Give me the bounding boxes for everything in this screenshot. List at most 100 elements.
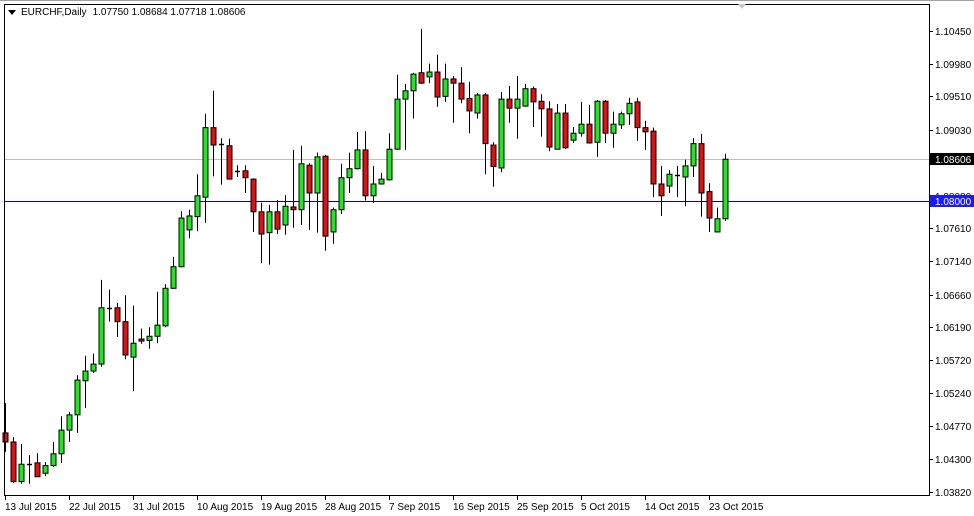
candle-body-bear <box>10 441 17 483</box>
candle-body-bear <box>562 112 569 149</box>
candle-body-bull <box>666 173 673 187</box>
candle-body-bull <box>58 429 65 455</box>
candle-body-bull <box>402 90 409 100</box>
symbol-timeframe: EURCHF,Daily <box>21 7 87 18</box>
candle-body-bear <box>466 97 473 112</box>
candle-body-bull <box>338 177 345 211</box>
candle-body-bear <box>418 72 425 84</box>
x-tick-label: 19 Aug 2015 <box>261 502 318 513</box>
candle-body-bull <box>178 217 185 268</box>
candle <box>546 101 553 152</box>
candle-body-bear <box>138 338 145 342</box>
candle-body-bear <box>434 71 441 98</box>
y-tick-label: 1.10450 <box>935 27 972 38</box>
y-tick-label: 1.04770 <box>935 422 972 433</box>
y-tick-label: 1.07140 <box>935 257 972 268</box>
y-tick-label: 1.09980 <box>935 60 972 71</box>
candle-body-bear <box>362 149 369 197</box>
y-tick-label: 1.04300 <box>935 455 972 466</box>
candle-body-bull <box>18 463 25 483</box>
ohlc-values: 1.07750 1.08684 1.07718 1.08606 <box>92 7 246 18</box>
candle-body-bull <box>162 287 169 327</box>
candle-body-bear <box>546 108 553 148</box>
candle-body-bear <box>226 145 233 180</box>
candle-body-bull <box>554 112 561 150</box>
candle <box>322 154 329 251</box>
candle-body-bull <box>410 73 417 92</box>
candle-body-bear <box>306 164 313 194</box>
current-price-label: 1.08606 <box>935 155 972 166</box>
level-price-label: 1.08000 <box>935 197 972 208</box>
x-tick-label: 5 Oct 2015 <box>581 502 630 513</box>
y-tick-label: 1.03820 <box>935 488 972 499</box>
candle <box>498 92 505 173</box>
candle-body-bear <box>650 130 657 185</box>
candle-body-bull <box>610 123 617 134</box>
candle <box>722 153 729 221</box>
candle <box>162 284 169 328</box>
x-tick-label: 16 Sep 2015 <box>453 502 510 513</box>
chart-header: EURCHF,Daily 1.07750 1.08684 1.07718 1.0… <box>8 7 246 18</box>
x-tick-label: 13 Jul 2015 <box>5 502 57 513</box>
candle-body-bear <box>698 143 705 194</box>
y-tick-label: 1.06660 <box>935 291 972 302</box>
candle-body-bull <box>578 123 585 134</box>
candle-body-bull <box>90 363 97 372</box>
chart-background <box>0 0 974 516</box>
candle-body-bear <box>658 183 665 197</box>
candle-body-bear <box>506 98 513 109</box>
candle-body-bull <box>618 113 625 126</box>
candle-body-bull <box>50 453 57 467</box>
candle-body-bear <box>482 94 489 145</box>
candle-body-bull <box>154 324 161 337</box>
candle-body-bull <box>442 78 449 97</box>
candle-body-bear <box>242 170 249 179</box>
candle-body-bull <box>186 215 193 231</box>
candle-body-bull <box>170 266 177 289</box>
y-tick-label: 1.05720 <box>935 356 972 367</box>
candle-body-bear <box>122 321 129 356</box>
candle-body-bear <box>586 123 593 144</box>
candle-body-bull <box>394 98 401 150</box>
x-tick-label: 28 Aug 2015 <box>325 502 382 513</box>
candle-body-bull <box>690 143 697 167</box>
candle-body-bear <box>706 191 713 219</box>
candle-body-bull <box>426 71 433 78</box>
candlestick-chart: 1.104501.099801.095101.090301.080801.076… <box>0 0 974 516</box>
x-tick-label: 10 Aug 2015 <box>197 502 254 513</box>
candle-body-bear <box>34 462 41 478</box>
x-tick-label: 23 Oct 2015 <box>709 502 764 513</box>
x-tick-label: 31 Jul 2015 <box>133 502 185 513</box>
candle-body-bull <box>82 370 89 382</box>
candle-body-bear <box>258 211 265 235</box>
dropdown-triangle-icon[interactable] <box>8 10 16 15</box>
candle-body-bear <box>2 432 9 443</box>
candle-body-bear <box>210 127 217 146</box>
candle-body-bull <box>98 307 105 365</box>
candle-body-bear <box>538 100 545 110</box>
candle-body-bull <box>682 165 689 178</box>
candle-body-bull <box>42 465 49 474</box>
candle-body-bull <box>282 205 289 226</box>
candle-body-bear <box>530 88 537 103</box>
candle-body-bull <box>514 98 521 109</box>
candle-body-bull <box>570 132 577 141</box>
candle-body-bull <box>202 127 209 198</box>
candle <box>178 211 185 268</box>
candle-body-bear <box>114 307 121 323</box>
candle-body-bull <box>130 342 137 358</box>
y-tick-label: 1.05240 <box>935 389 972 400</box>
x-tick-label: 25 Sep 2015 <box>517 502 574 513</box>
candle-body-bull <box>194 195 201 218</box>
candle-body-bull <box>594 100 601 143</box>
candle-body-bear <box>250 178 257 213</box>
candle-body-bull <box>330 209 337 233</box>
candle-body-bear <box>274 211 281 230</box>
x-tick-label: 7 Sep 2015 <box>389 502 441 513</box>
candle-body-bull <box>266 211 273 234</box>
y-tick-label: 1.09030 <box>935 126 972 137</box>
candle-body-bear <box>458 82 465 100</box>
candle-body-bear <box>322 155 329 237</box>
candle-body-bear <box>290 206 297 211</box>
candle-body-bear <box>450 78 457 84</box>
